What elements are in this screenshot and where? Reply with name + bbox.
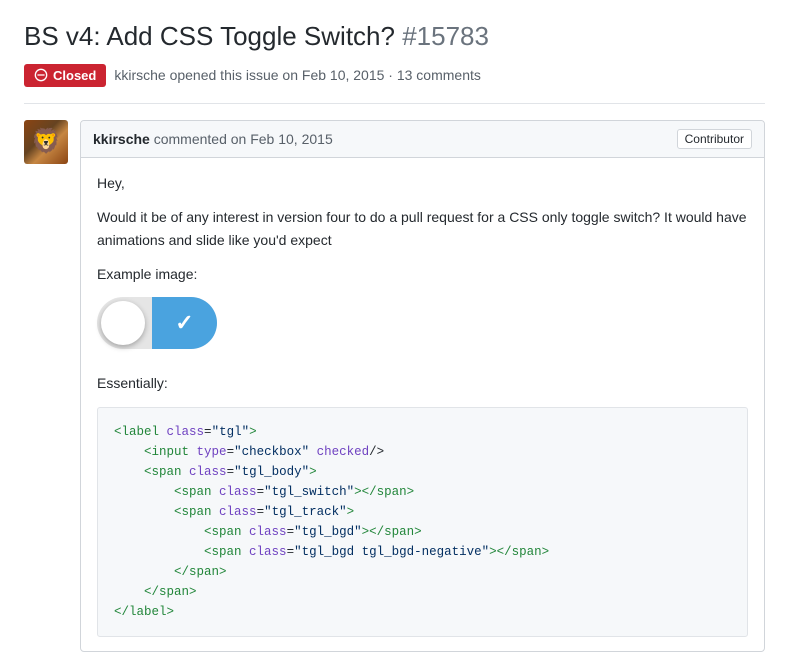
page-title: BS v4: Add CSS Toggle Switch? #15783 — [24, 20, 765, 54]
closed-icon — [34, 68, 48, 82]
contributor-badge: Contributor — [677, 129, 752, 149]
example-label: Example image: — [97, 263, 748, 285]
code-line-3: <span class="tgl_body"> — [114, 462, 731, 482]
comment-author: kkirsche — [93, 131, 150, 147]
issue-number: #15783 — [402, 21, 489, 51]
code-line-7: <span class="tgl_bgd tgl_bgd-negative"><… — [114, 542, 731, 562]
code-block: <label class="tgl"> <input type="checkbo… — [97, 407, 748, 637]
comment-date: Feb 10, 2015 — [250, 131, 333, 147]
comment-header-info: kkirsche commented on Feb 10, 2015 — [93, 131, 333, 147]
code-line-4: <span class="tgl_switch"></span> — [114, 482, 731, 502]
comment-line-1: Hey, — [97, 172, 748, 194]
code-line-10: </label> — [114, 602, 731, 622]
title-text: BS v4: Add CSS Toggle Switch? — [24, 21, 395, 51]
comment-wrapper: 🦁 kkirsche commented on Feb 10, 2015 Con… — [24, 120, 765, 652]
toggle-active-area: ✓ — [152, 297, 217, 349]
code-line-2: <input type="checkbox" checked/> — [114, 442, 731, 462]
avatar-image: 🦁 — [24, 120, 68, 164]
closed-badge: Closed — [24, 64, 106, 87]
issue-meta-bar: Closed kkirsche opened this issue on Feb… — [24, 64, 765, 104]
closed-badge-label: Closed — [53, 68, 96, 83]
comment-box: kkirsche commented on Feb 10, 2015 Contr… — [80, 120, 765, 652]
code-line-6: <span class="tgl_bgd"></span> — [114, 522, 731, 542]
toggle-container: ✓ — [97, 297, 748, 352]
comment-action: commented on — [154, 131, 251, 147]
checkmark-icon: ✓ — [175, 310, 193, 336]
essentially-label: Essentially: — [97, 372, 748, 394]
issue-meta-text: kkirsche opened this issue on Feb 10, 20… — [114, 67, 481, 83]
toggle-switch[interactable]: ✓ — [97, 297, 217, 349]
code-line-9: </span> — [114, 582, 731, 602]
code-line-8: </span> — [114, 562, 731, 582]
comment-header: kkirsche commented on Feb 10, 2015 Contr… — [81, 121, 764, 158]
comment-line-2: Would it be of any interest in version f… — [97, 206, 748, 251]
avatar: 🦁 — [24, 120, 68, 164]
comment-body: Hey, Would it be of any interest in vers… — [81, 158, 764, 651]
code-line-1: <label class="tgl"> — [114, 422, 731, 442]
code-line-5: <span class="tgl_track"> — [114, 502, 731, 522]
toggle-knob — [101, 301, 145, 345]
